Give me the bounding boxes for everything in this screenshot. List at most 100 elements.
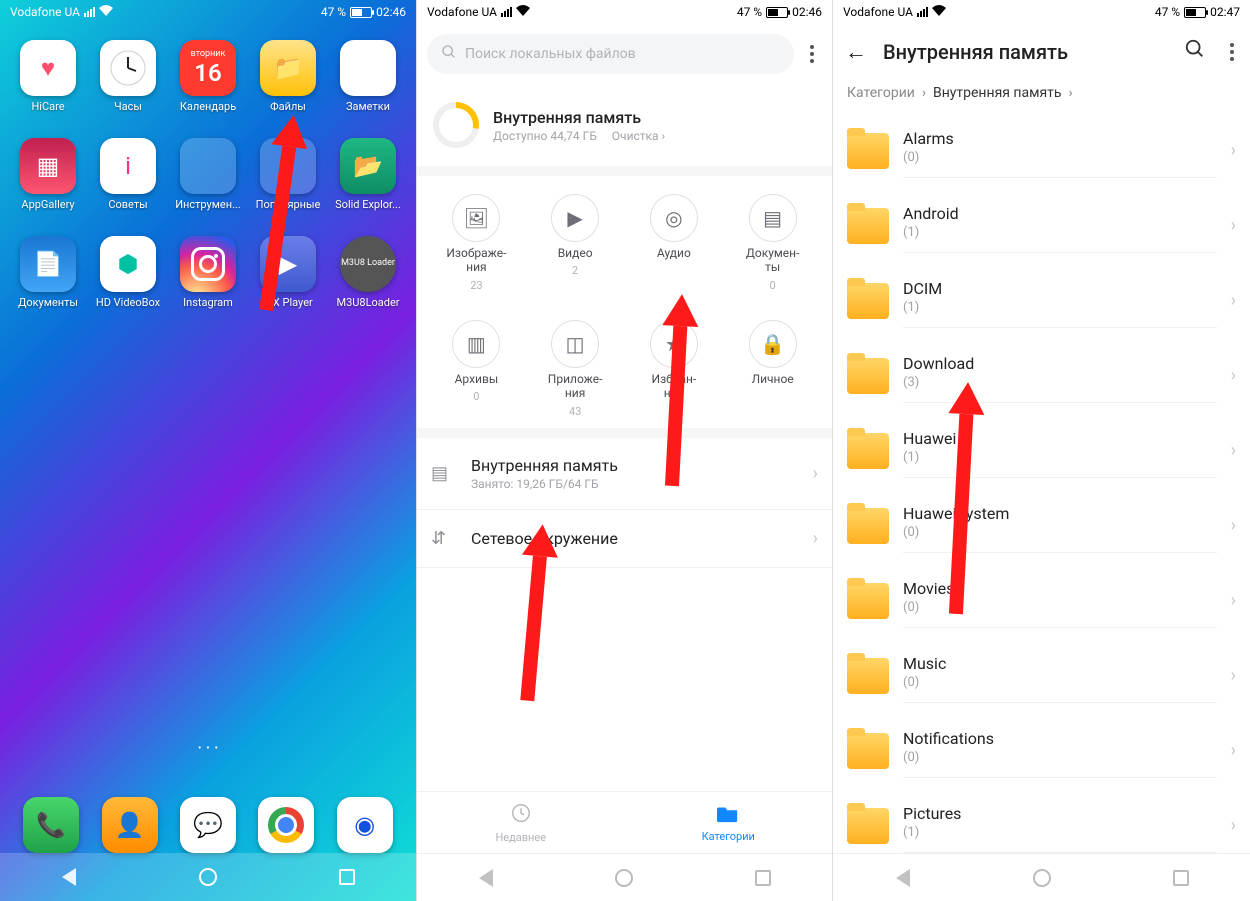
category-icon: 🖼 bbox=[452, 194, 500, 242]
row-sub: Занято: 19,26 ГБ/64 ГБ bbox=[471, 477, 799, 491]
crumb-root[interactable]: Категории bbox=[847, 85, 915, 101]
category-документы[interactable]: ▤Докумен-ты0 bbox=[723, 194, 822, 292]
nav-recent[interactable] bbox=[336, 866, 358, 888]
app-icon: ⬢ bbox=[100, 236, 156, 292]
category-изображения[interactable]: 🖼Изображе-ния23 bbox=[427, 194, 526, 292]
folder-download[interactable]: Download(3)› bbox=[833, 338, 1250, 413]
dock-messages[interactable]: 💬 bbox=[180, 797, 236, 853]
nav-recent[interactable] bbox=[1170, 867, 1192, 889]
app-icon: M3U8 Loader bbox=[340, 236, 396, 292]
nav-back[interactable] bbox=[58, 866, 80, 888]
app-заметки[interactable]: ≡Заметки bbox=[328, 40, 408, 114]
carrier-label: Vodafone UA bbox=[10, 5, 80, 19]
folder-icon bbox=[847, 208, 889, 244]
search-button[interactable] bbox=[1180, 38, 1210, 65]
folder-dcim[interactable]: DCIM(1)› bbox=[833, 263, 1250, 338]
contacts-icon: 👤 bbox=[102, 797, 158, 853]
status-bar: Vodafone UA 47 % 02:46 bbox=[417, 0, 832, 24]
app-hd-videobox[interactable]: ⬢HD VideoBox bbox=[88, 236, 168, 310]
app-instagram[interactable]: Instagram bbox=[168, 236, 248, 310]
menu-button[interactable] bbox=[802, 45, 822, 63]
category-приложения[interactable]: ◫Приложе-ния43 bbox=[526, 320, 625, 418]
app-mx-player[interactable]: ▶MX Player bbox=[248, 236, 328, 310]
category-label: Аудио bbox=[657, 246, 691, 260]
app-часы[interactable]: Часы bbox=[88, 40, 168, 114]
chevron-icon: › bbox=[1231, 590, 1236, 611]
category-count: 0 bbox=[671, 405, 677, 418]
category-icon: ★ bbox=[650, 320, 698, 368]
folder-name: Pictures bbox=[903, 804, 1217, 823]
category-label: Личное bbox=[752, 372, 794, 386]
menu-button[interactable] bbox=[1226, 43, 1238, 61]
category-icon: ◫ bbox=[551, 320, 599, 368]
nav-home[interactable] bbox=[197, 866, 219, 888]
folder-notifications[interactable]: Notifications(0)› bbox=[833, 713, 1250, 788]
category-label: Архивы bbox=[455, 372, 499, 386]
dock-camera[interactable]: ◉ bbox=[337, 797, 393, 853]
folder-icon bbox=[847, 133, 889, 169]
tab-recent[interactable]: Недавнее bbox=[417, 792, 625, 853]
dock-contacts[interactable]: 👤 bbox=[102, 797, 158, 853]
app-файлы[interactable]: 📁Файлы bbox=[248, 40, 328, 114]
dock-phone[interactable]: 📞 bbox=[23, 797, 79, 853]
chevron-icon: › bbox=[1231, 740, 1236, 761]
storage-title: Внутренняя память bbox=[493, 108, 665, 127]
tab-categories[interactable]: Категории bbox=[625, 792, 833, 853]
folder-icon bbox=[847, 283, 889, 319]
app-документы[interactable]: 📄Документы bbox=[8, 236, 88, 310]
app-советы[interactable]: iСоветы bbox=[88, 138, 168, 212]
app-label: Инструмен... bbox=[175, 198, 241, 212]
nav-recent[interactable] bbox=[752, 867, 774, 889]
folder-alarms[interactable]: Alarms(0)› bbox=[833, 113, 1250, 188]
row-title: Сетевое окружение bbox=[471, 529, 799, 548]
folder-pictures[interactable]: Pictures(1)› bbox=[833, 788, 1250, 863]
folder-count: (0) bbox=[903, 675, 1217, 690]
storage-row[interactable]: ⇵Сетевое окружение› bbox=[417, 510, 832, 568]
nav-bar bbox=[0, 853, 416, 901]
app-solid-explor-[interactable]: 📂Solid Explor... bbox=[328, 138, 408, 212]
clock-time: 02:46 bbox=[376, 5, 406, 19]
nav-home[interactable] bbox=[1031, 867, 1053, 889]
breadcrumb[interactable]: Категории › Внутренняя память › bbox=[833, 79, 1250, 113]
app-популярные[interactable]: Популярные bbox=[248, 138, 328, 212]
folder-music[interactable]: Music(0)› bbox=[833, 638, 1250, 713]
folder-huawei[interactable]: Huawei(1)› bbox=[833, 413, 1250, 488]
app-календарь[interactable]: вторник16Календарь bbox=[168, 40, 248, 114]
folder-android[interactable]: Android(1)› bbox=[833, 188, 1250, 263]
app-hicare[interactable]: ♥HiCare bbox=[8, 40, 88, 114]
back-button[interactable]: ← bbox=[845, 39, 867, 65]
search-icon bbox=[441, 44, 457, 64]
folder-huaweisystem[interactable]: HuaweiSystem(0)› bbox=[833, 488, 1250, 563]
app-инструмен-[interactable]: Инструмен... bbox=[168, 138, 248, 212]
app-icon bbox=[180, 236, 236, 292]
status-bar: Vodafone UA 47 % 02:46 bbox=[0, 0, 416, 24]
chevron-icon: › bbox=[1231, 440, 1236, 461]
app-appgallery[interactable]: ▦AppGallery bbox=[8, 138, 88, 212]
category-аудио[interactable]: ◎Аудио bbox=[625, 194, 724, 292]
category-личное[interactable]: 🔒Личное bbox=[723, 320, 822, 418]
storage-row[interactable]: ▤Внутренняя памятьЗанято: 19,26 ГБ/64 ГБ… bbox=[417, 438, 832, 510]
category-видео[interactable]: ▶Видео2 bbox=[526, 194, 625, 292]
folder-count: (0) bbox=[903, 750, 1217, 765]
search-input[interactable]: Поиск локальных файлов bbox=[427, 34, 794, 74]
storage-header[interactable]: Внутренняя память Доступно 44,74 ГБ Очис… bbox=[417, 84, 832, 176]
search-placeholder: Поиск локальных файлов bbox=[465, 46, 636, 62]
nav-back[interactable] bbox=[892, 867, 914, 889]
app-icon: вторник16 bbox=[180, 40, 236, 96]
folder-name: Movies bbox=[903, 579, 1217, 598]
dock-chrome[interactable] bbox=[258, 797, 314, 853]
folder-movies[interactable]: Movies(0)› bbox=[833, 563, 1250, 638]
nav-home[interactable] bbox=[613, 867, 635, 889]
nav-back[interactable] bbox=[475, 867, 497, 889]
app-icon bbox=[100, 40, 156, 96]
category-избранное[interactable]: ★Избран-ное0 bbox=[625, 320, 724, 418]
category-icon: ▥ bbox=[452, 320, 500, 368]
app-icon: i bbox=[100, 138, 156, 194]
app-label: Instagram bbox=[183, 296, 233, 310]
folder-name: DCIM bbox=[903, 279, 1217, 298]
app-m3u8loader[interactable]: M3U8 LoaderM3U8Loader bbox=[328, 236, 408, 310]
category-count: 0 bbox=[770, 279, 776, 292]
category-архивы[interactable]: ▥Архивы0 bbox=[427, 320, 526, 418]
chevron-icon: › bbox=[1231, 365, 1236, 386]
storage-clean-link[interactable]: Очистка › bbox=[612, 129, 665, 143]
